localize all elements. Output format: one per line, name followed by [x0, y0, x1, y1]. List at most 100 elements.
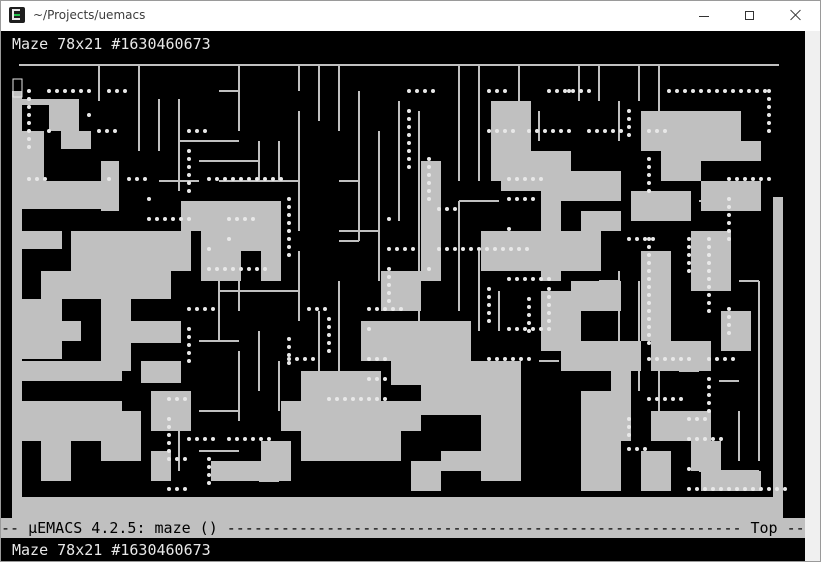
maze-path-dot [727, 213, 731, 217]
maze-path-dot [247, 267, 251, 271]
maze-path-dot [687, 245, 691, 249]
maze-path-dot [287, 361, 291, 365]
maze-path-dot [167, 449, 171, 453]
maze-path-dot [97, 129, 101, 133]
minibuffer-line[interactable]: Maze 78x21 #1630460673 [12, 540, 211, 560]
maze-path-dot [783, 487, 787, 491]
maze-path-dot [663, 397, 667, 401]
maze-path-dot [627, 425, 631, 429]
maze-path-dot [207, 177, 211, 181]
terminal-content[interactable]: Maze 78x21 #1630460673 -- µEMACS 4.2.5: … [1, 31, 805, 561]
maze-path-dot [523, 177, 527, 181]
maze-path-dot [647, 317, 651, 321]
maze-block [571, 281, 621, 311]
maze-path-dot [427, 197, 431, 201]
maze-path-dot [223, 177, 227, 181]
maze-path-dot [135, 177, 139, 181]
maze-path-dot [675, 89, 679, 93]
maze-path-dot [647, 261, 651, 265]
maze-path-dot [375, 377, 379, 381]
maze-path-dot [727, 315, 731, 319]
maze-path-dot [647, 165, 651, 169]
maze-path-dot [579, 89, 583, 93]
maze-path-dot [87, 89, 91, 93]
maze-path-dot [387, 275, 391, 279]
maze-block [22, 181, 102, 209]
mode-line-fill: ----------------------------------------… [226, 519, 742, 537]
maze-path-dot [767, 113, 771, 117]
maze-path-dot [203, 307, 207, 311]
maze-path-dot [647, 253, 651, 257]
maze-path-dot [603, 129, 607, 133]
maze-path-dot [327, 325, 331, 329]
maze-path-dot [27, 113, 31, 117]
maze-path-dot [367, 377, 371, 381]
maze-path-dot [243, 437, 247, 441]
vertical-scrollbar[interactable] [805, 31, 820, 561]
maze-path-dot [735, 177, 739, 181]
title-bar[interactable]: ~/Projects/uemacs [1, 1, 820, 31]
maze-path-dot [207, 465, 211, 469]
maze-path-dot [63, 89, 67, 93]
maze-path-dot [647, 269, 651, 273]
maze-path-dot [627, 125, 631, 129]
maze-path-dot [731, 357, 735, 361]
maximize-button[interactable] [727, 1, 773, 31]
maze-path-dot [211, 437, 215, 441]
maze-path-dot [187, 189, 191, 193]
maze-path-dot [571, 89, 575, 93]
maze-path-dot [511, 129, 515, 133]
maze-path-dot [647, 245, 651, 249]
maze-path-dot [263, 267, 267, 271]
maze-path-dot [47, 89, 51, 93]
maze-right-wall [773, 197, 783, 497]
maze-path-dot [707, 89, 711, 93]
maze-block [701, 181, 761, 211]
maze-path-dot [647, 397, 651, 401]
maze-path-dot [743, 177, 747, 181]
maze-path-dot [559, 129, 563, 133]
maze-block [651, 411, 711, 441]
maze-block [561, 171, 621, 201]
maze-path-dot [719, 487, 723, 491]
maze-path-dot [107, 89, 111, 93]
maze-path-dot [587, 129, 591, 133]
minimize-button[interactable] [681, 1, 727, 31]
maze-path-dot [531, 197, 535, 201]
maze-path-dot [343, 397, 347, 401]
maze-path-dot [523, 327, 527, 331]
maze-path-dot [627, 417, 631, 421]
maze-path-dot [727, 331, 731, 335]
maze-path-dot [651, 237, 655, 241]
maze-path-dot [387, 283, 391, 287]
maze-path-dot [487, 295, 491, 299]
maze-path-dot [383, 357, 387, 361]
maze-path-dot [507, 227, 511, 231]
maze-path-dot [437, 247, 441, 251]
maze-path-dot [699, 89, 703, 93]
maze-path-dot [167, 397, 171, 401]
maze-path-dot [687, 261, 691, 265]
maze-path-dot [35, 177, 39, 181]
maze-path-dot [495, 89, 499, 93]
close-button[interactable] [773, 1, 819, 31]
maze-path-dot [487, 287, 491, 291]
maze-path-dot [707, 357, 711, 361]
maze-path-dot [187, 217, 191, 221]
maze-path-dot [47, 129, 51, 133]
maze-path-dot [367, 307, 371, 311]
maze-path-dot [715, 357, 719, 361]
maze-path-dot [427, 189, 431, 193]
maze-path-dot [187, 335, 191, 339]
maze-path-dot [27, 97, 31, 101]
maze-path-dot [627, 433, 631, 437]
maze-path-dot [427, 165, 431, 169]
maze-path-dot [647, 157, 651, 161]
maze-path-dot [647, 285, 651, 289]
maze-path-dot [303, 357, 307, 361]
maze-path-dot [695, 487, 699, 491]
maze-path-dot [477, 247, 481, 251]
maze-path-dot [723, 357, 727, 361]
maze-path-dot [507, 177, 511, 181]
maze-path-dot [239, 267, 243, 271]
